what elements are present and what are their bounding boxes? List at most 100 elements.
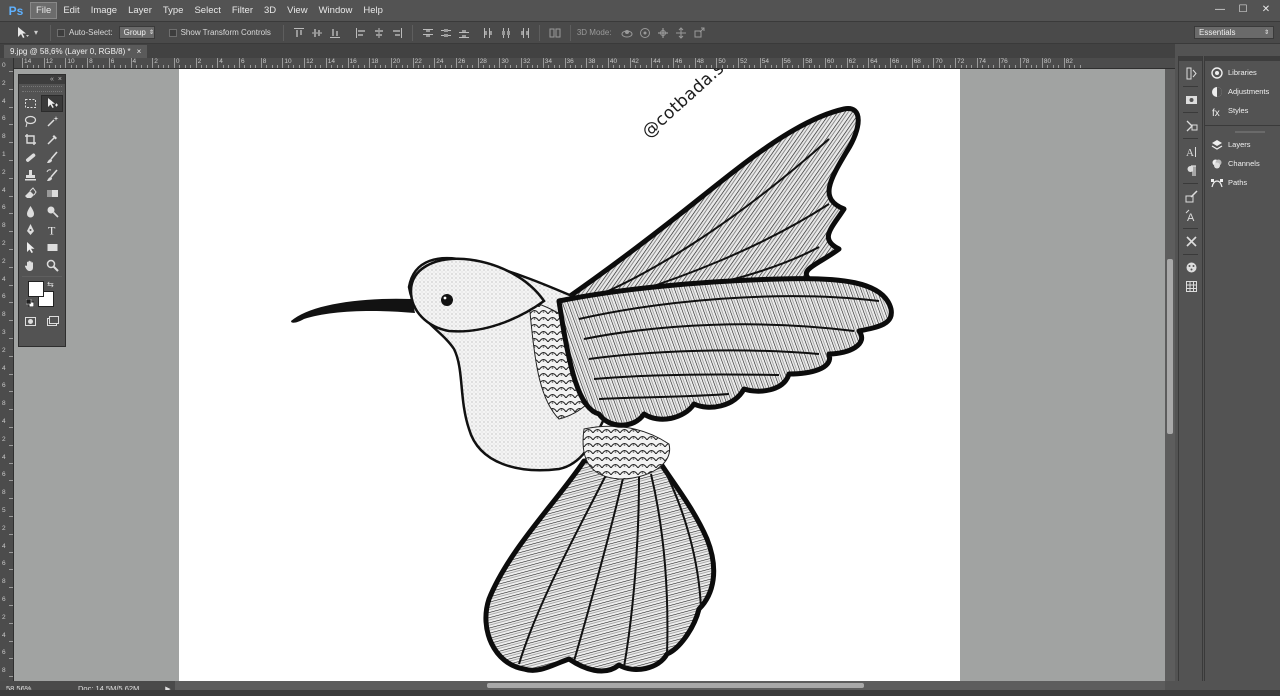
pen-tool-icon[interactable] bbox=[19, 221, 41, 238]
crop-tool-icon[interactable] bbox=[19, 131, 41, 148]
panel-group-handle[interactable] bbox=[1235, 131, 1265, 133]
show-transform-checkbox[interactable] bbox=[168, 28, 177, 37]
hand-tool-icon[interactable] bbox=[19, 257, 41, 274]
panel-libraries[interactable]: Libraries bbox=[1205, 63, 1280, 82]
panel-layers[interactable]: Layers bbox=[1205, 135, 1280, 154]
info-icon[interactable] bbox=[1179, 116, 1204, 135]
minimize-button[interactable]: — bbox=[1214, 2, 1226, 16]
menu-filter[interactable]: Filter bbox=[227, 3, 258, 18]
tools-panel-grip[interactable] bbox=[22, 86, 62, 92]
brush-tool-icon[interactable] bbox=[41, 149, 63, 166]
align-left-icon[interactable] bbox=[354, 26, 368, 40]
collapse-tools-icon[interactable]: « bbox=[50, 76, 54, 83]
auto-select-checkbox[interactable] bbox=[57, 28, 66, 37]
screen-mode-icon[interactable] bbox=[41, 313, 63, 330]
vertical-scrollbar[interactable] bbox=[1165, 69, 1175, 681]
3d-pan-icon[interactable] bbox=[656, 26, 670, 40]
blur-tool-icon[interactable] bbox=[19, 203, 41, 220]
swatches-icon[interactable] bbox=[1179, 277, 1204, 296]
lasso-tool-icon[interactable] bbox=[19, 113, 41, 130]
character-icon[interactable]: A bbox=[1179, 142, 1204, 161]
tool-preset-chevron-icon[interactable]: ▾ bbox=[34, 28, 38, 37]
distribute-right-icon[interactable] bbox=[517, 26, 531, 40]
workspace-dropdown[interactable]: Essentials ⇕ bbox=[1194, 26, 1274, 39]
type-tool-icon[interactable]: T bbox=[41, 221, 63, 238]
horizontal-scrollbar[interactable] bbox=[175, 681, 1165, 690]
tool-presets-icon[interactable] bbox=[1179, 232, 1204, 251]
align-horizontal-center-icon[interactable] bbox=[372, 26, 386, 40]
3d-slide-icon[interactable] bbox=[674, 26, 688, 40]
tool-row bbox=[19, 184, 65, 202]
eyedropper-tool-icon[interactable] bbox=[41, 131, 63, 148]
distribute-bottom-icon[interactable] bbox=[457, 26, 471, 40]
auto-align-layers-icon[interactable] bbox=[548, 26, 562, 40]
clone-stamp-tool-icon[interactable] bbox=[19, 167, 41, 184]
menu-edit[interactable]: Edit bbox=[58, 3, 84, 18]
move-tool-preset-icon[interactable] bbox=[16, 26, 30, 40]
panel-paths[interactable]: Paths bbox=[1205, 173, 1280, 192]
maximize-button[interactable]: ☐ bbox=[1237, 2, 1249, 16]
gradient-tool-icon[interactable] bbox=[41, 185, 63, 202]
menu-3d[interactable]: 3D bbox=[259, 3, 281, 18]
distribute-top-icon[interactable] bbox=[421, 26, 435, 40]
menu-select[interactable]: Select bbox=[189, 3, 225, 18]
menu-layer[interactable]: Layer bbox=[123, 3, 157, 18]
close-window-button[interactable]: ✕ bbox=[1260, 2, 1272, 16]
magic-wand-tool-icon[interactable] bbox=[41, 113, 63, 130]
menu-type[interactable]: Type bbox=[158, 3, 189, 18]
menu-view[interactable]: View bbox=[282, 3, 312, 18]
horizontal-ruler[interactable]: 14 12 10 8 6 4 2 0 2 4 6 8 10 12 14 16 18 20 22 24 26 28 30 32 3… bbox=[14, 58, 1175, 69]
panel-channels[interactable]: Channels bbox=[1205, 154, 1280, 173]
horizontal-scrollbar-thumb[interactable] bbox=[487, 683, 864, 688]
align-bottom-icon[interactable] bbox=[328, 26, 342, 40]
document-canvas[interactable]: @cotbada.studio bbox=[179, 69, 960, 681]
vertical-ruler[interactable]: 0 2 4 6 8 1 2 4 6 8 2 2 4 6 8 3 2 4 6 8 4 2 4 6 8 5 2 4 6 8 6 2 4 6 8 bbox=[0, 58, 14, 681]
menu-help[interactable]: Help bbox=[358, 3, 388, 18]
canvas-area[interactable]: @cotbada.studio bbox=[14, 69, 1165, 681]
history-icon[interactable] bbox=[1179, 64, 1204, 83]
healing-brush-tool-icon[interactable] bbox=[19, 149, 41, 166]
ruler-tick bbox=[260, 58, 262, 68]
auto-select-dropdown[interactable]: Group ⇕ bbox=[118, 26, 155, 39]
properties-icon[interactable] bbox=[1179, 90, 1204, 109]
panel-adjustments[interactable]: Adjustments bbox=[1205, 82, 1280, 101]
ruler-tick-label: 56 bbox=[783, 58, 791, 65]
menu-window[interactable]: Window bbox=[314, 3, 358, 18]
close-tools-icon[interactable]: × bbox=[58, 76, 62, 83]
quick-mask-icon[interactable] bbox=[19, 313, 41, 330]
vertical-scrollbar-thumb[interactable] bbox=[1167, 259, 1173, 434]
foreground-color-swatch[interactable] bbox=[28, 281, 44, 297]
marquee-tool-icon[interactable] bbox=[19, 95, 41, 112]
tools-panel-header[interactable]: « × bbox=[19, 75, 65, 84]
document-tab-close-icon[interactable]: × bbox=[137, 47, 142, 56]
ruler-tick-label: 2 bbox=[2, 346, 6, 354]
dodge-tool-icon[interactable] bbox=[41, 203, 63, 220]
move-tool-icon[interactable] bbox=[41, 94, 63, 112]
path-selection-tool-icon[interactable] bbox=[19, 239, 41, 256]
brush-presets-icon[interactable] bbox=[1179, 187, 1204, 206]
align-right-icon[interactable] bbox=[390, 26, 404, 40]
swap-colors-icon[interactable]: ⇆ bbox=[47, 280, 54, 289]
menu-file[interactable]: File bbox=[30, 2, 58, 19]
3d-scale-icon[interactable] bbox=[692, 26, 706, 40]
align-top-icon[interactable] bbox=[292, 26, 306, 40]
distribute-left-icon[interactable] bbox=[481, 26, 495, 40]
panel-styles[interactable]: fx Styles bbox=[1205, 101, 1280, 120]
rectangle-tool-icon[interactable] bbox=[41, 239, 63, 256]
menu-image[interactable]: Image bbox=[86, 3, 122, 18]
align-vertical-center-icon[interactable] bbox=[310, 26, 324, 40]
3d-roll-icon[interactable] bbox=[638, 26, 652, 40]
upper-wing bbox=[560, 106, 861, 308]
eraser-tool-icon[interactable] bbox=[19, 185, 41, 202]
default-colors-icon[interactable] bbox=[26, 299, 34, 307]
document-tab[interactable]: 9.jpg @ 58,6% (Layer 0, RGB/8) * × bbox=[4, 45, 148, 58]
3d-rotate-icon[interactable] bbox=[620, 26, 634, 40]
paragraph-icon[interactable] bbox=[1179, 161, 1204, 180]
distribute-center-icon[interactable] bbox=[439, 26, 453, 40]
color-icon[interactable] bbox=[1179, 258, 1204, 277]
distribute-horizontal-center-icon[interactable] bbox=[499, 26, 513, 40]
character-styles-icon[interactable]: A bbox=[1179, 206, 1204, 225]
history-brush-tool-icon[interactable] bbox=[41, 167, 63, 184]
panel-dock: Libraries Adjustments fx Styles Layers C… bbox=[1204, 56, 1280, 681]
zoom-tool-icon[interactable] bbox=[41, 257, 63, 274]
